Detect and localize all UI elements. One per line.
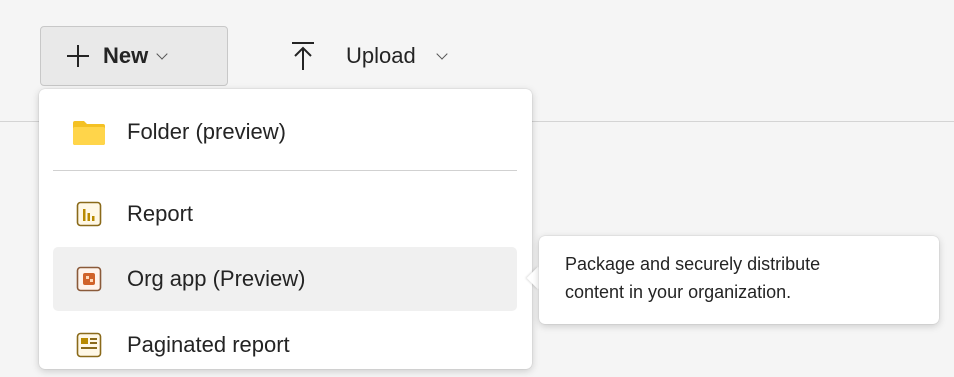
tooltip-line: Package and securely distribute [565, 254, 821, 274]
folder-icon [73, 121, 105, 145]
menu-item-label: Org app (Preview) [127, 266, 306, 291]
tooltip-line: content in your organization. [565, 282, 792, 302]
report-icon [76, 201, 102, 227]
menu-item-label: Paginated report [127, 332, 290, 357]
paginated-report-icon [76, 332, 102, 358]
plus-icon [67, 45, 89, 67]
menu-item-paginated-report[interactable]: Paginated report [53, 313, 517, 377]
menu-item-folder[interactable]: Folder (preview) [53, 100, 517, 164]
org-app-tooltip: Package and securely distribute content … [539, 236, 939, 324]
new-button-label: New [103, 43, 149, 68]
chevron-down-icon [156, 48, 168, 60]
org-app-icon [76, 266, 102, 292]
menu-item-report[interactable]: Report [53, 182, 517, 246]
menu-item-org-app[interactable]: Org app (Preview) [53, 247, 517, 311]
menu-divider [53, 170, 517, 171]
upload-button-label: Upload [346, 43, 416, 68]
new-button[interactable]: New [40, 26, 228, 86]
menu-item-label: Report [127, 201, 194, 226]
menu-item-label: Folder (preview) [127, 119, 286, 144]
new-dropdown-menu: Folder (preview) Report Org app (Preview… [39, 89, 532, 369]
upload-button[interactable]: Upload [290, 34, 448, 78]
chevron-down-icon [436, 48, 448, 60]
upload-icon [292, 42, 314, 70]
